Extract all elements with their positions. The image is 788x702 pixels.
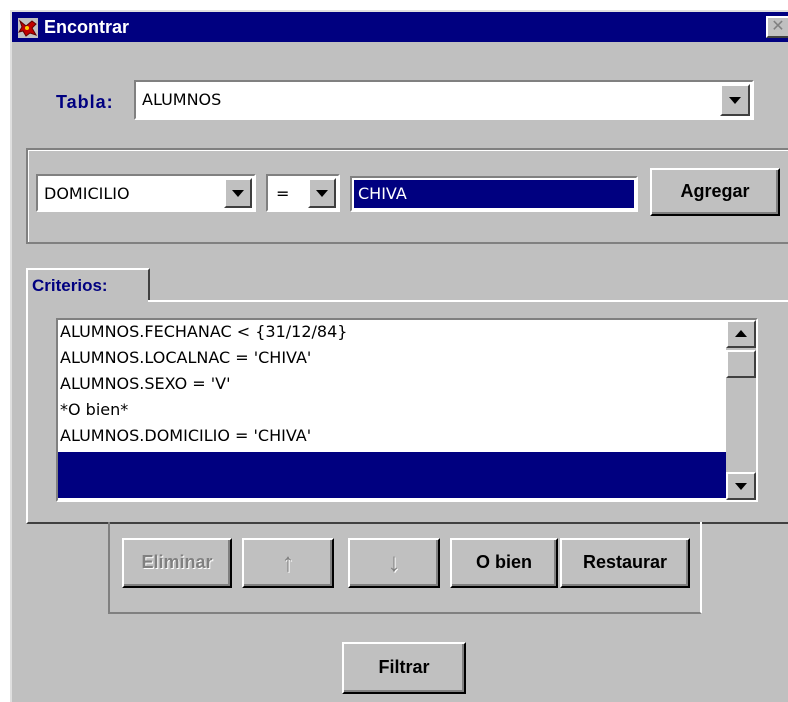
close-icon: ✕ xyxy=(771,18,785,35)
tabla-value: ALUMNOS xyxy=(142,90,222,109)
criterios-panel-cover xyxy=(28,300,148,302)
list-item-selected[interactable] xyxy=(58,452,726,498)
chevron-down-icon xyxy=(316,190,328,197)
eliminar-label: Eliminar xyxy=(141,552,213,572)
tabla-label: Tabla: xyxy=(56,92,114,112)
criteria-list[interactable]: ALUMNOS.FECHANAC < {31/12/84} ALUMNOS.LO… xyxy=(56,318,758,502)
scroll-up-button[interactable] xyxy=(726,320,756,348)
criterios-tab[interactable]: Criterios: xyxy=(26,268,150,302)
move-up-button[interactable]: ↑ xyxy=(242,538,334,588)
window-title: Encontrar xyxy=(44,17,130,37)
scroll-thumb[interactable] xyxy=(726,350,756,378)
app-icon xyxy=(18,18,38,38)
tabla-dropdown-button[interactable] xyxy=(720,84,750,116)
arrow-down-icon: ↓ xyxy=(387,547,401,577)
criterios-tab-label: Criterios: xyxy=(32,276,108,295)
field-combobox[interactable]: DOMICILIO xyxy=(36,174,256,212)
field-value: DOMICILIO xyxy=(44,184,130,203)
list-item[interactable]: *O bien* xyxy=(60,400,128,419)
o-bien-button[interactable]: O bien xyxy=(450,538,558,588)
restaurar-button[interactable]: Restaurar xyxy=(560,538,690,588)
list-item[interactable]: ALUMNOS.LOCALNAC = 'CHIVA' xyxy=(60,348,311,367)
list-item[interactable]: ALUMNOS.SEXO = 'V' xyxy=(60,374,231,393)
chevron-down-icon xyxy=(729,97,741,104)
arrow-down-icon xyxy=(735,483,747,490)
restaurar-label: Restaurar xyxy=(582,552,668,572)
o-bien-label: O bien xyxy=(475,552,532,572)
eliminar-button[interactable]: Eliminar xyxy=(122,538,232,588)
title-bar[interactable]: Encontrar ✕ xyxy=(12,12,788,42)
arrow-up-icon: ↑ xyxy=(281,547,295,577)
agregar-label: Agregar xyxy=(680,181,750,201)
move-down-button[interactable]: ↓ xyxy=(348,538,440,588)
chevron-down-icon xyxy=(232,190,244,197)
operator-combobox[interactable]: = xyxy=(266,174,340,212)
filtrar-button[interactable]: Filtrar xyxy=(342,642,466,694)
tabla-combobox[interactable]: ALUMNOS xyxy=(134,80,754,120)
operator-dropdown-button[interactable] xyxy=(308,178,336,208)
operator-value: = xyxy=(276,184,290,203)
arrow-up-icon xyxy=(735,330,747,337)
agregar-button[interactable]: Agregar xyxy=(650,168,780,216)
scroll-down-button[interactable] xyxy=(726,472,756,500)
value-text: CHIVA xyxy=(358,184,407,203)
list-item[interactable]: ALUMNOS.DOMICILIO = 'CHIVA' xyxy=(60,426,311,445)
close-button[interactable]: ✕ xyxy=(766,16,788,38)
scrollbar[interactable] xyxy=(726,320,756,500)
scroll-track[interactable] xyxy=(726,378,756,472)
find-dialog: Encontrar ✕ Tabla: ALUMNOS DOMICILIO = C… xyxy=(10,10,788,702)
value-input[interactable]: CHIVA xyxy=(350,176,638,212)
list-item[interactable]: ALUMNOS.FECHANAC < {31/12/84} xyxy=(60,322,347,341)
filtrar-label: Filtrar xyxy=(378,657,430,677)
field-dropdown-button[interactable] xyxy=(224,178,252,208)
